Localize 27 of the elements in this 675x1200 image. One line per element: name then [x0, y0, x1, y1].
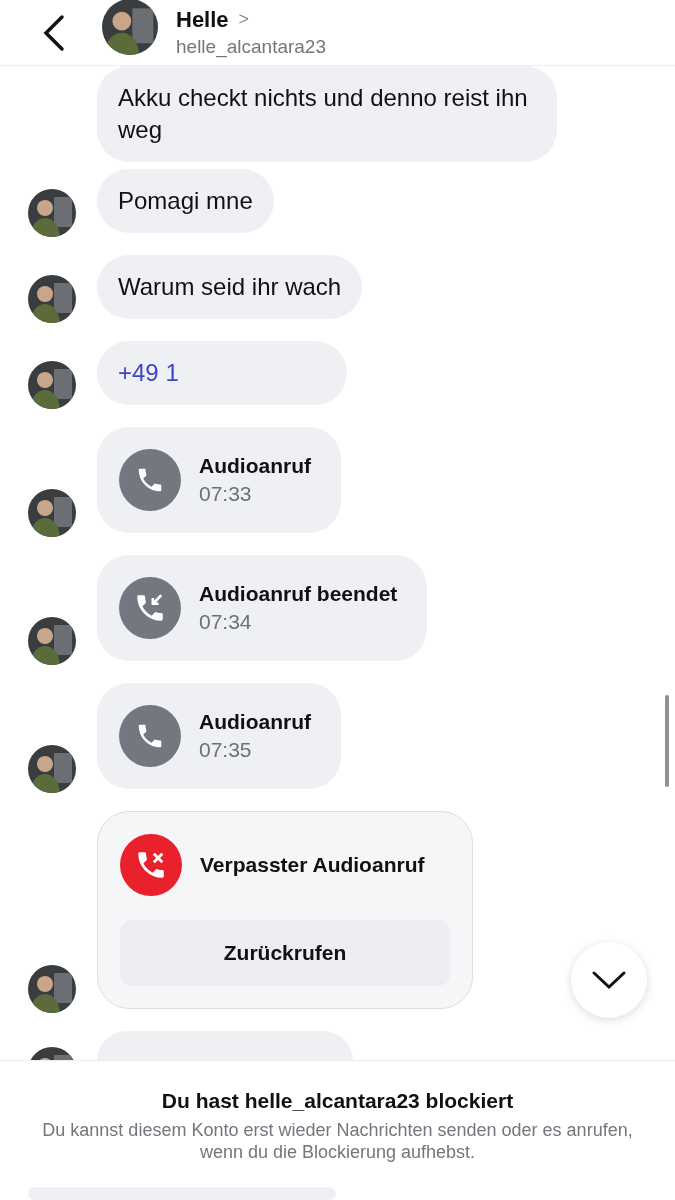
avatar: [28, 617, 76, 665]
call-title: Audioanruf: [199, 710, 311, 734]
scroll-down-button[interactable]: [571, 942, 647, 1018]
chevron-icon: >: [238, 9, 250, 30]
call-time: 07:35: [199, 738, 253, 762]
call-title: Audioanruf beendet: [199, 582, 398, 606]
message-bubble: Warum seid ihr wach: [97, 255, 363, 319]
blocked-title: Du hast helle_alcantara23 blockiert: [161, 1089, 514, 1113]
avatar: [102, 0, 158, 55]
avatar: [28, 189, 76, 237]
call-time: 07:33: [199, 482, 253, 506]
avatar: [28, 489, 76, 537]
avatar: [28, 965, 76, 1013]
username: helle_alcantara23: [176, 35, 326, 58]
call-back-button[interactable]: Zurückrufen: [120, 920, 450, 986]
call-time: 07:34: [199, 610, 253, 634]
call-title: Verpasster Audioanruf: [200, 853, 425, 877]
message-bubble: Akku checkt nichts und denno reist ihn weg: [97, 66, 557, 162]
call-title: Audioanruf: [199, 454, 311, 478]
contact-name[interactable]: Helle: [176, 7, 229, 32]
blocked-text: Du kannst diesem Konto erst wieder Nachrichten senden oder es anrufen, wenn du die Blockierung aufhebst.: [41, 1119, 634, 1163]
phone-number-link[interactable]: +49 1: [97, 341, 347, 405]
avatar: [28, 745, 76, 793]
chevron-down-icon: [591, 970, 627, 990]
avatar: [28, 275, 76, 323]
message-bubble: Pomagi mne: [97, 169, 274, 233]
avatar: [28, 361, 76, 409]
